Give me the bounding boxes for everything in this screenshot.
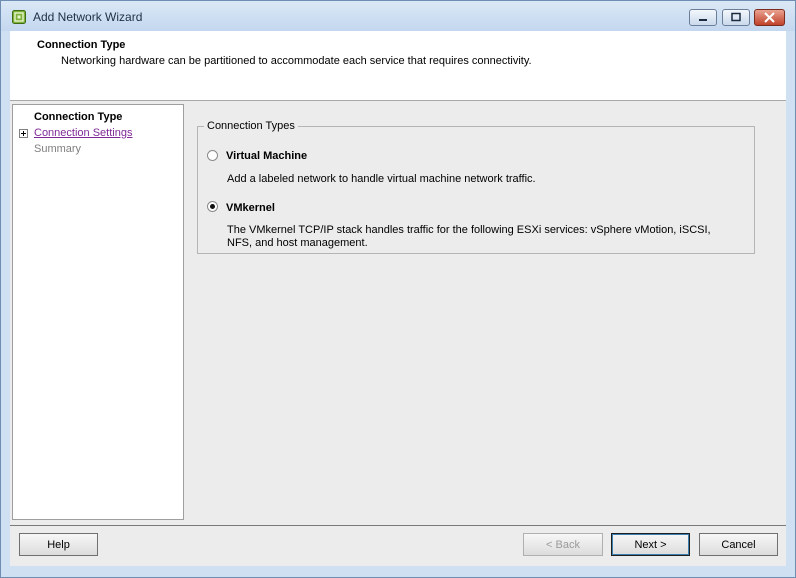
window-title: Add Network Wizard [33, 10, 143, 24]
minimize-icon [699, 19, 707, 21]
wizard-header: Connection Type Networking hardware can … [10, 31, 786, 101]
maximize-icon [731, 12, 741, 22]
page-title: Connection Type [37, 39, 126, 51]
wizard-footer: Help < Back Next > Cancel [10, 525, 786, 566]
close-icon [764, 12, 775, 23]
vsphere-app-icon [12, 10, 26, 24]
next-button[interactable]: Next > [611, 533, 690, 556]
expand-plus-icon[interactable] [19, 129, 28, 138]
wizard-body: Connection Type Connection Settings Summ… [10, 101, 786, 525]
wizard-window: Add Network Wizard Connection Type Netwo… [0, 0, 796, 578]
help-button[interactable]: Help [19, 533, 98, 556]
nav-step-connection-settings[interactable]: Connection Settings [34, 127, 132, 139]
virtual-machine-description: Add a labeled network to handle virtual … [227, 173, 536, 185]
vmkernel-label[interactable]: VMkernel [226, 202, 275, 214]
nav-step-summary: Summary [34, 143, 82, 155]
connection-types-group: Connection Types Virtual Machine Add a l… [197, 120, 755, 254]
wizard-step-nav: Connection Type Connection Settings Summ… [12, 104, 184, 520]
minimize-button[interactable] [689, 9, 717, 26]
page-description: Networking hardware can be partitioned t… [61, 55, 532, 67]
nav-step-connection-type: Connection Type [34, 111, 123, 123]
vmkernel-radio[interactable] [207, 201, 218, 212]
back-button[interactable]: < Back [523, 533, 603, 556]
vmkernel-description: The VMkernel TCP/IP stack handles traffi… [227, 224, 711, 249]
close-button[interactable] [754, 9, 785, 26]
title-bar[interactable]: Add Network Wizard [1, 1, 795, 31]
virtual-machine-radio[interactable] [207, 150, 218, 161]
cancel-button[interactable]: Cancel [699, 533, 778, 556]
maximize-button[interactable] [722, 9, 750, 26]
virtual-machine-label[interactable]: Virtual Machine [226, 150, 307, 162]
group-legend: Connection Types [204, 120, 298, 132]
